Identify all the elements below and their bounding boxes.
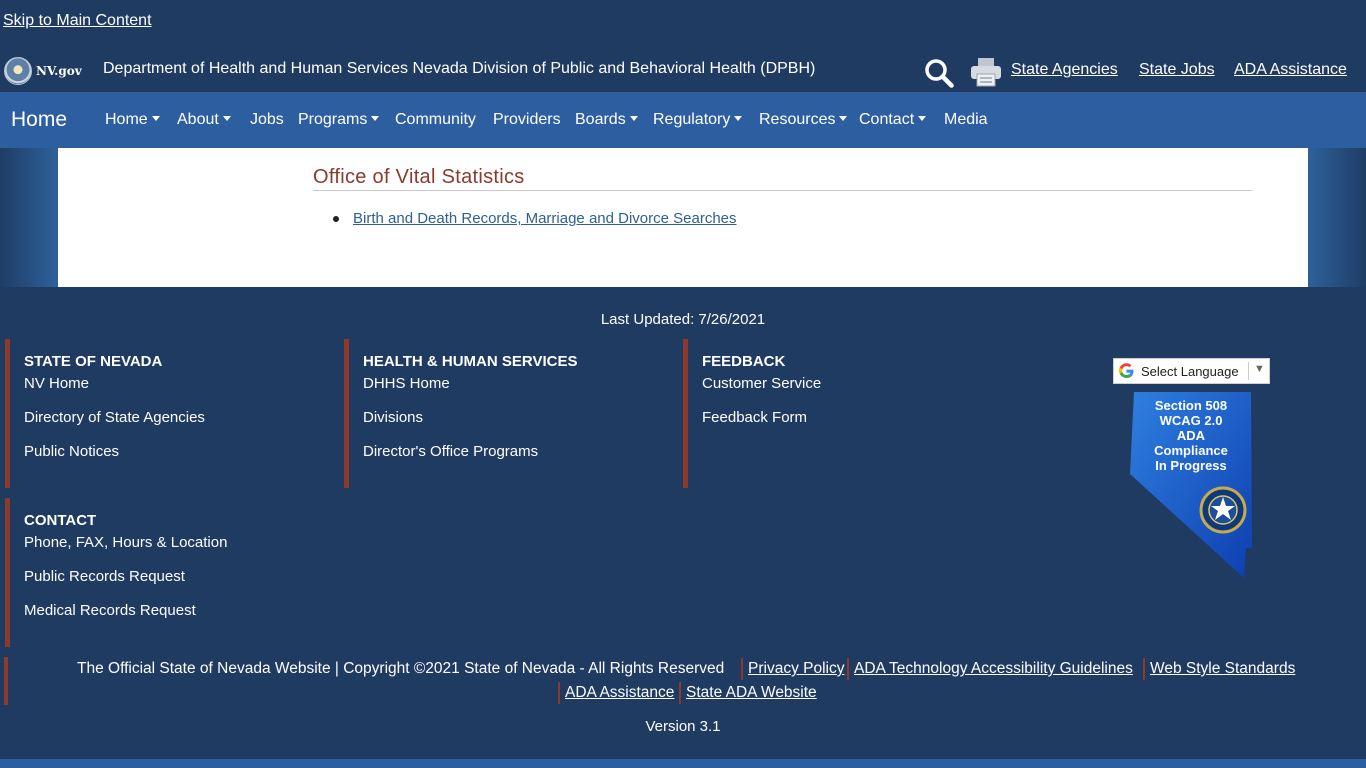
section-title: Office of Vital Statistics — [313, 166, 525, 188]
caret-down-icon — [151, 116, 160, 121]
search-icon[interactable] — [924, 58, 954, 88]
dropdown-arrow-icon: ▼ — [1254, 363, 1265, 375]
link-separator — [741, 658, 743, 680]
language-select-label: Select Language — [1141, 364, 1239, 379]
badge-line-4: Compliance — [1154, 443, 1228, 458]
main-nav: Home Home About Jobs Programs Community … — [0, 92, 1366, 148]
nav-item-label: Resources — [759, 111, 836, 128]
badge-line-1: Section 508 — [1155, 398, 1227, 413]
link-separator — [847, 658, 849, 680]
nav-item-label: Home — [105, 111, 148, 128]
nav-item-label: About — [177, 111, 219, 128]
bottom-strip — [0, 759, 1366, 768]
divisions-link[interactable]: Divisions — [363, 409, 664, 426]
nav-item-regulatory[interactable]: Regulatory — [653, 111, 743, 129]
nav-item-label: Boards — [575, 111, 626, 128]
medical-records-request-link[interactable]: Medical Records Request — [24, 602, 325, 619]
nav-item-label: Contact — [859, 111, 915, 128]
nav-item-label: Programs — [298, 111, 368, 128]
footer-column-feedback: FEEDBACK Customer Service Feedback Form — [683, 339, 1003, 488]
badge-line-2: WCAG 2.0 — [1160, 413, 1223, 428]
state-ada-website-link[interactable]: State ADA Website — [686, 684, 817, 702]
directory-state-agencies-link[interactable]: Directory of State Agencies — [24, 409, 325, 426]
nav-item-home[interactable]: Home — [105, 111, 160, 129]
nv-home-link[interactable]: NV Home — [24, 375, 325, 392]
nav-item-programs[interactable]: Programs — [298, 111, 380, 129]
public-records-request-link[interactable]: Public Records Request — [24, 568, 325, 585]
customer-service-link[interactable]: Customer Service — [702, 375, 1003, 392]
badge-line-3: ADA — [1177, 428, 1206, 443]
footer-ada-assistance-link[interactable]: ADA Assistance — [565, 684, 674, 702]
link-separator — [1143, 658, 1145, 680]
privacy-policy-link[interactable]: Privacy Policy — [748, 660, 844, 678]
badge-line-5: In Progress — [1155, 458, 1227, 473]
footer-heading: FEEDBACK — [702, 353, 786, 370]
select-divider — [1248, 362, 1249, 380]
nav-item-label: Media — [944, 111, 988, 128]
link-separator — [679, 682, 681, 704]
google-icon — [1118, 362, 1135, 380]
state-agencies-link[interactable]: State Agencies — [1011, 61, 1118, 79]
feedback-form-link[interactable]: Feedback Form — [702, 409, 1003, 426]
nav-item-label: Regulatory — [653, 111, 731, 128]
phone-fax-hours-link[interactable]: Phone, FAX, Hours & Location — [24, 534, 325, 551]
nv-gov-logo-text[interactable]: NV.gov — [36, 64, 82, 78]
dhhs-home-link[interactable]: DHHS Home — [363, 375, 664, 392]
nav-item-label: Providers — [493, 111, 561, 128]
last-updated: Last Updated: 7/26/2021 — [600, 311, 766, 328]
nav-item-community[interactable]: Community — [395, 111, 476, 129]
directors-office-programs-link[interactable]: Director's Office Programs — [363, 443, 664, 460]
nav-item-jobs[interactable]: Jobs — [250, 111, 284, 129]
list-bullet — [333, 216, 339, 222]
nav-item-boards[interactable]: Boards — [575, 111, 638, 129]
public-notices-link[interactable]: Public Notices — [24, 443, 325, 460]
copyright-text: The Official State of Nevada Website | C… — [77, 660, 725, 677]
footer-column-state: STATE OF NEVADA NV Home Directory of Sta… — [5, 339, 325, 488]
footer-heading: CONTACT — [24, 512, 97, 529]
footer-heading: STATE OF NEVADA — [24, 353, 163, 370]
caret-down-icon — [371, 116, 380, 121]
ada-tech-guidelines-link[interactable]: ADA Technology Accessibility Guidelines — [854, 660, 1133, 678]
department-title: Department of Health and Human Services … — [103, 60, 816, 77]
caret-down-icon — [918, 116, 927, 121]
caret-down-icon — [734, 116, 743, 121]
nav-item-label: Community — [395, 111, 476, 128]
nav-item-providers[interactable]: Providers — [493, 111, 561, 129]
nav-brand-home[interactable]: Home — [11, 108, 67, 132]
footer-column-contact: CONTACT Phone, FAX, Hours & Location Pub… — [5, 498, 325, 647]
nav-item-contact[interactable]: Contact — [859, 111, 927, 129]
web-style-standards-link[interactable]: Web Style Standards — [1150, 660, 1295, 678]
nav-item-about[interactable]: About — [177, 111, 231, 129]
skip-to-main-link[interactable]: Skip to Main Content — [3, 12, 152, 30]
printer-icon[interactable] — [970, 57, 1002, 87]
nevada-seal-logo[interactable] — [4, 57, 32, 85]
footer-heading: HEALTH & HUMAN SERVICES — [363, 353, 578, 370]
caret-down-icon — [839, 116, 848, 121]
title-divider — [313, 190, 1252, 191]
nav-item-label: Jobs — [250, 111, 284, 128]
caret-down-icon — [222, 116, 231, 121]
section-508-badge[interactable]: Section 508 WCAG 2.0 ADA Compliance In P… — [1128, 390, 1258, 580]
footer-column-hhs: HEALTH & HUMAN SERVICES DHHS Home Divisi… — [344, 339, 664, 488]
nav-item-resources[interactable]: Resources — [759, 111, 848, 129]
nav-item-media[interactable]: Media — [944, 111, 988, 129]
version-text: Version 3.1 — [645, 718, 721, 735]
ada-assistance-link[interactable]: ADA Assistance — [1234, 61, 1347, 79]
caret-down-icon — [629, 116, 638, 121]
state-jobs-link[interactable]: State Jobs — [1139, 61, 1215, 79]
site-header: NV.gov Department of Health and Human Se… — [0, 48, 1366, 92]
birth-death-records-link[interactable]: Birth and Death Records, Marriage and Di… — [353, 210, 737, 227]
language-select[interactable]: Select Language ▼ — [1113, 358, 1270, 384]
link-separator — [558, 682, 560, 704]
